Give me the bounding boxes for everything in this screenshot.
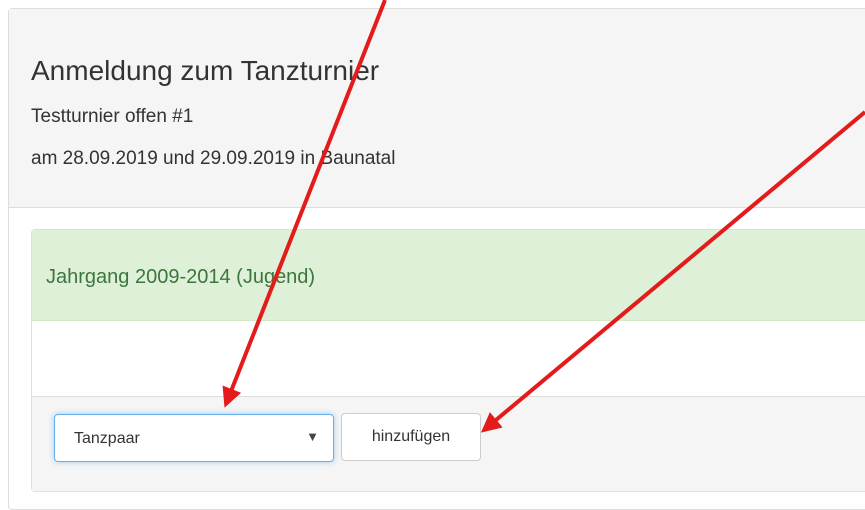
age-group-heading: Jahrgang 2009-2014 (Jugend) bbox=[32, 230, 865, 321]
add-button[interactable]: hinzufügen bbox=[341, 413, 481, 461]
chevron-down-icon: ▼ bbox=[306, 429, 319, 444]
select-value: Tanzpaar bbox=[74, 430, 140, 447]
tournament-name: Testturnier offen #1 bbox=[31, 106, 194, 127]
age-group-footer: Tanzpaar ▼ hinzufügen bbox=[32, 396, 865, 491]
age-group-body bbox=[32, 321, 865, 396]
age-group-title: Jahrgang 2009-2014 (Jugend) bbox=[46, 266, 316, 288]
registration-panel: Anmeldung zum Tanzturnier Testturnier of… bbox=[8, 8, 865, 510]
page-title: Anmeldung zum Tanzturnier bbox=[31, 55, 380, 86]
panel-heading: Anmeldung zum Tanzturnier Testturnier of… bbox=[9, 9, 865, 208]
participant-type-select[interactable]: Tanzpaar ▼ bbox=[54, 414, 334, 462]
tournament-dates: am 28.09.2019 und 29.09.2019 in Baunatal bbox=[31, 148, 396, 169]
age-group-panel: Jahrgang 2009-2014 (Jugend) Tanzpaar ▼ h… bbox=[31, 229, 865, 492]
